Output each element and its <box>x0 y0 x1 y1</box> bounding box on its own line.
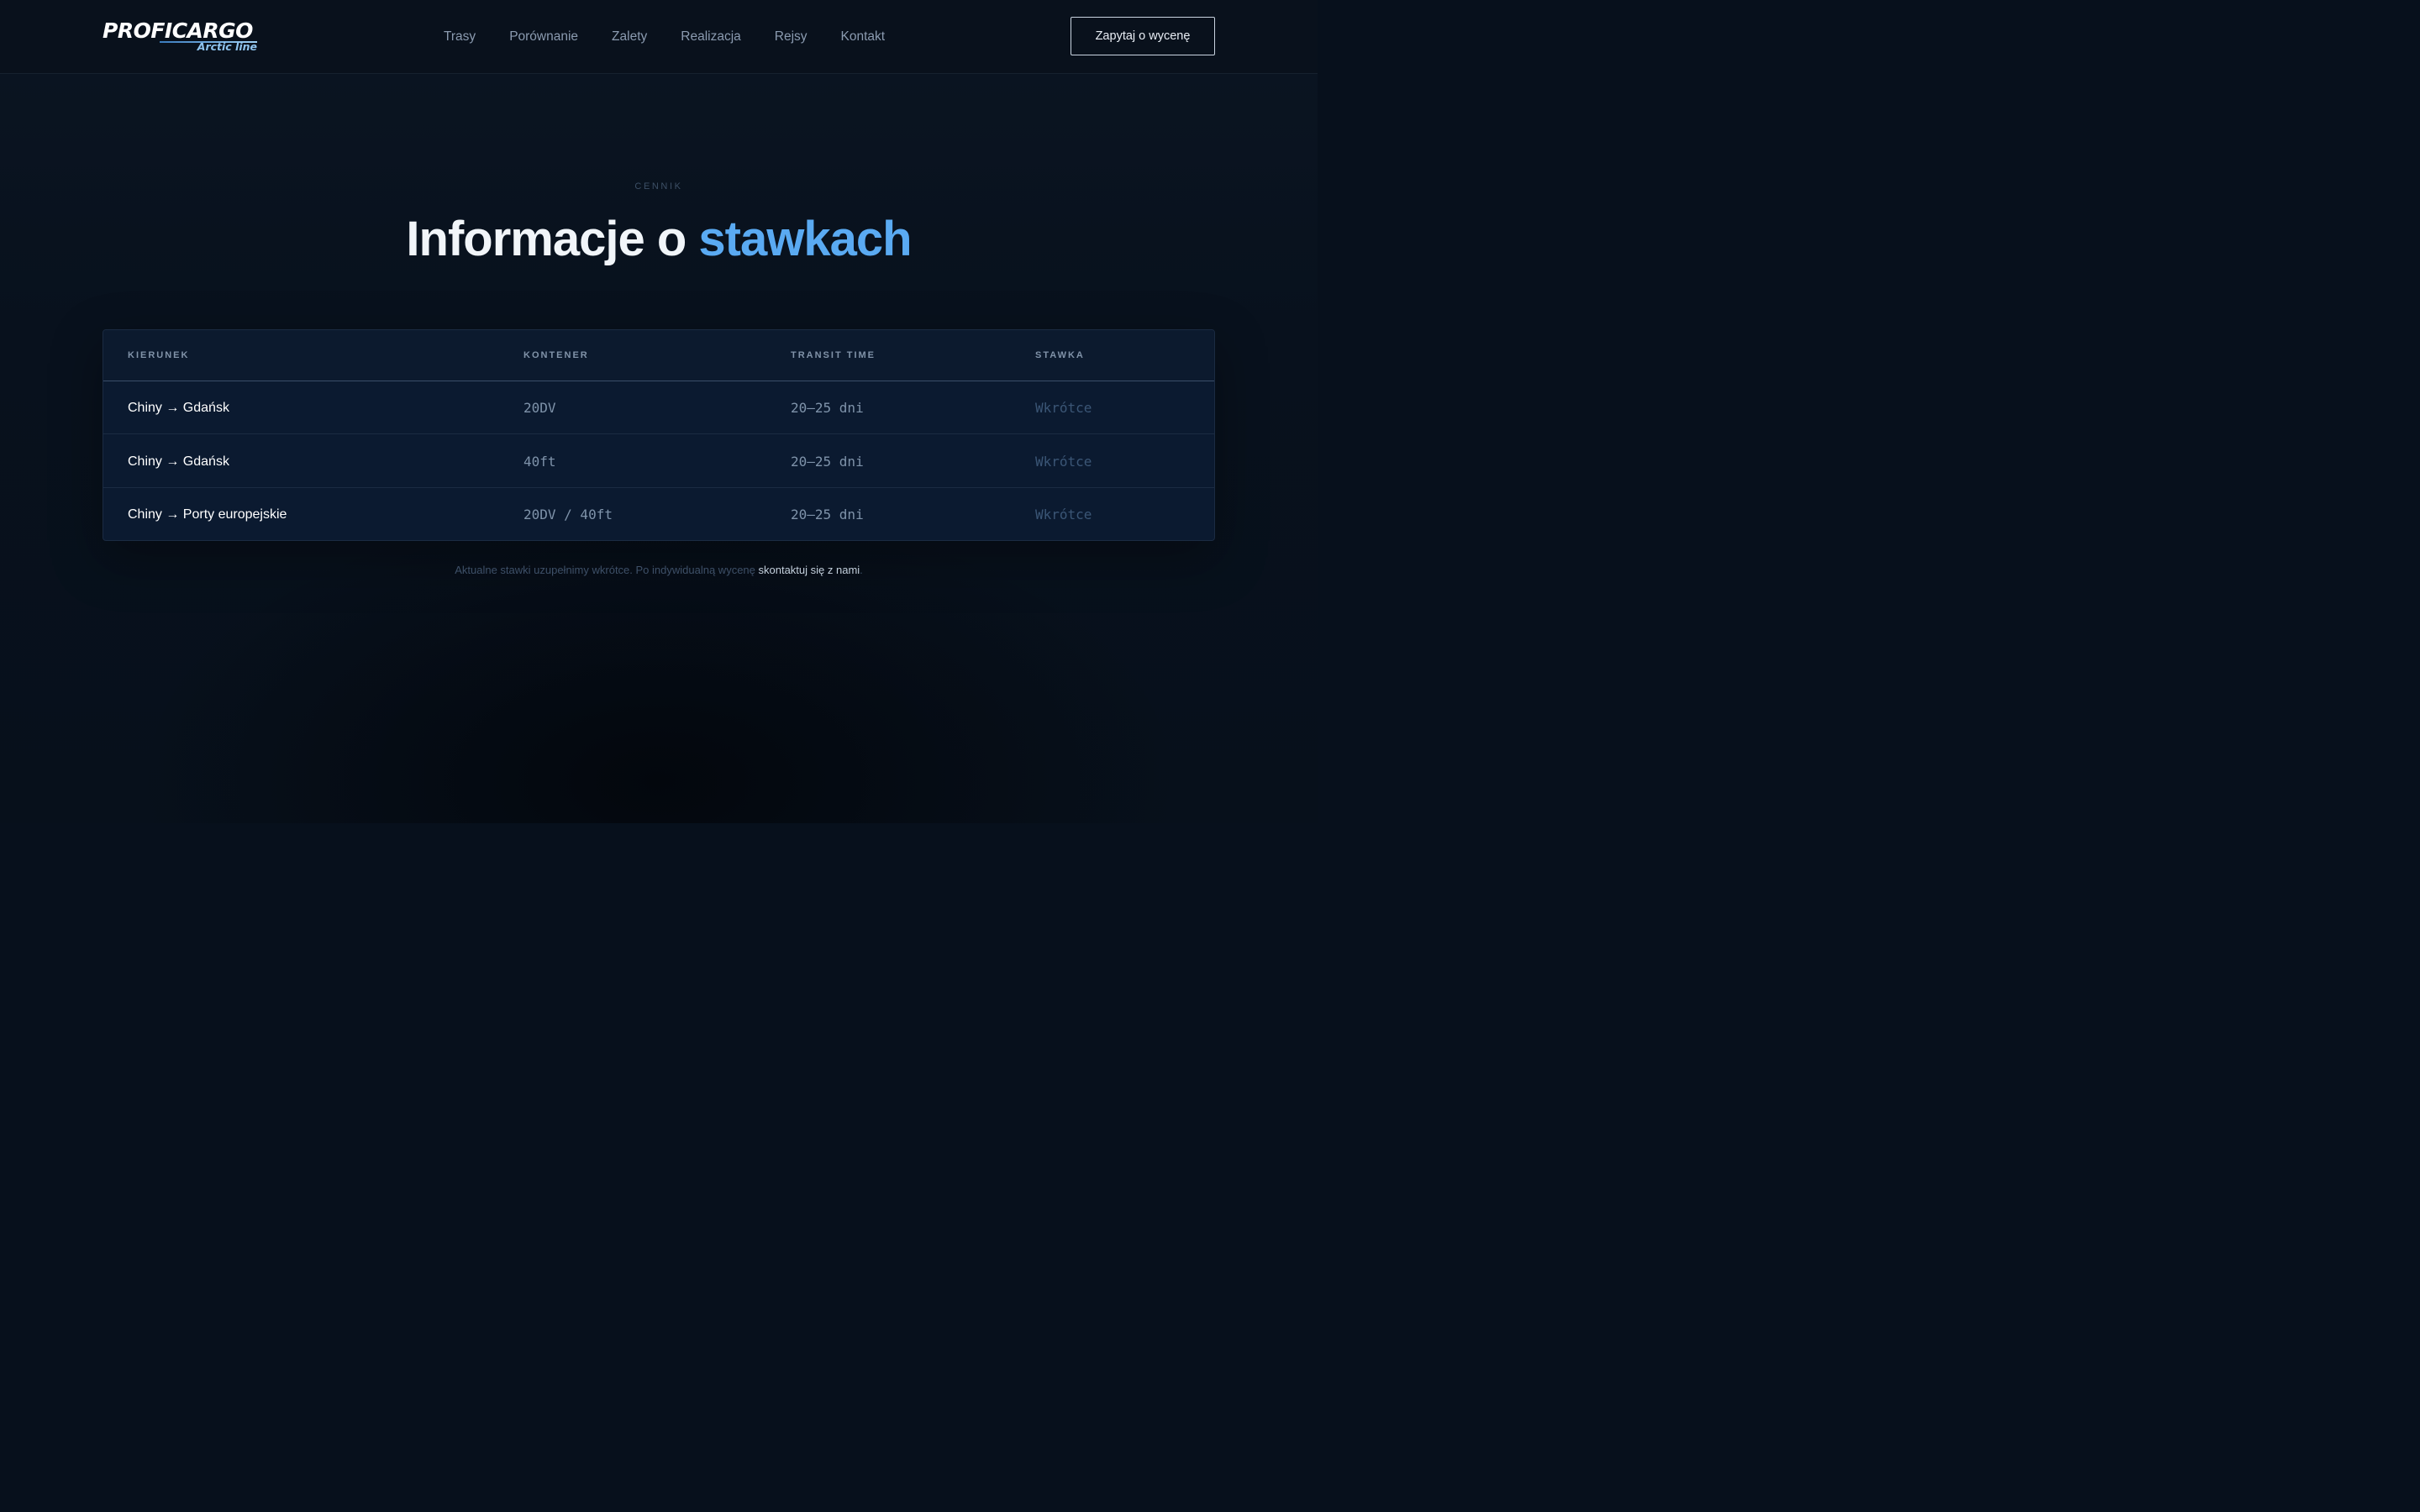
logo-subtitle: Arctic line <box>197 40 257 53</box>
main-nav: Trasy Porównanie Zalety Realizacja Rejsy… <box>444 28 918 46</box>
contact-us-link[interactable]: skontaktuj się z nami <box>759 564 860 576</box>
cell-direction: Chiny → Gdańsk <box>128 400 229 415</box>
top-navigation-bar: PROFICARGO Arctic line Trasy Porównanie … <box>0 0 1318 74</box>
cell-container: 20DV <box>523 400 556 416</box>
table-header: KIERUNEK KONTENER TRANSIT TIME STAWKA <box>103 330 1214 381</box>
nav-link-trasy[interactable]: Trasy <box>444 28 476 46</box>
nav-link-rejsy[interactable]: Rejsy <box>775 28 808 46</box>
footnote-end: . <box>860 564 863 576</box>
cell-rate: Wkrótce <box>1035 454 1092 470</box>
rates-table: KIERUNEK KONTENER TRANSIT TIME STAWKA Ch… <box>103 329 1215 541</box>
cell-transit-time: 20–25 dni <box>791 507 864 522</box>
cell-rate: Wkrótce <box>1035 400 1092 416</box>
table-row: Chiny → Gdańsk 40ft 20–25 dni Wkrótce <box>103 435 1214 488</box>
nav-link-porownanie[interactable]: Porównanie <box>509 28 578 46</box>
column-header-container: KONTENER <box>523 350 589 360</box>
cell-direction: Chiny → Gdańsk <box>128 454 229 469</box>
table-row: Chiny → Porty europejskie 20DV / 40ft 20… <box>103 488 1214 540</box>
proficargo-logo[interactable]: PROFICARGO Arctic line <box>103 18 262 55</box>
column-header-rate: STAWKA <box>1035 350 1085 360</box>
cell-container: 40ft <box>523 454 556 470</box>
request-quote-button[interactable]: Zapytaj o wycenę <box>1071 17 1215 55</box>
cell-direction: Chiny → Porty europejskie <box>128 507 287 522</box>
cell-transit-time: 20–25 dni <box>791 400 864 416</box>
cell-rate: Wkrótce <box>1035 507 1092 522</box>
nav-link-kontakt[interactable]: Kontakt <box>841 28 886 46</box>
footnote-text: Aktualne stawki uzupełnimy wkrótce. Po i… <box>455 564 759 576</box>
section-eyebrow: CENNIK <box>634 181 683 192</box>
nav-link-zalety[interactable]: Zalety <box>612 28 647 46</box>
cell-transit-time: 20–25 dni <box>791 454 864 470</box>
column-header-transit-time: TRANSIT TIME <box>791 350 876 360</box>
nav-link-realizacja[interactable]: Realizacja <box>681 28 741 46</box>
table-row: Chiny → Gdańsk 20DV 20–25 dni Wkrótce <box>103 381 1214 434</box>
column-header-direction: KIERUNEK <box>128 350 190 360</box>
rates-footnote: Aktualne stawki uzupełnimy wkrótce. Po i… <box>0 564 1318 576</box>
section-title-main: Informacje o <box>406 212 699 266</box>
cell-container: 20DV / 40ft <box>523 507 613 522</box>
section-title: Informacje o stawkach <box>0 210 1318 269</box>
section-title-accent: stawkach <box>698 212 912 266</box>
